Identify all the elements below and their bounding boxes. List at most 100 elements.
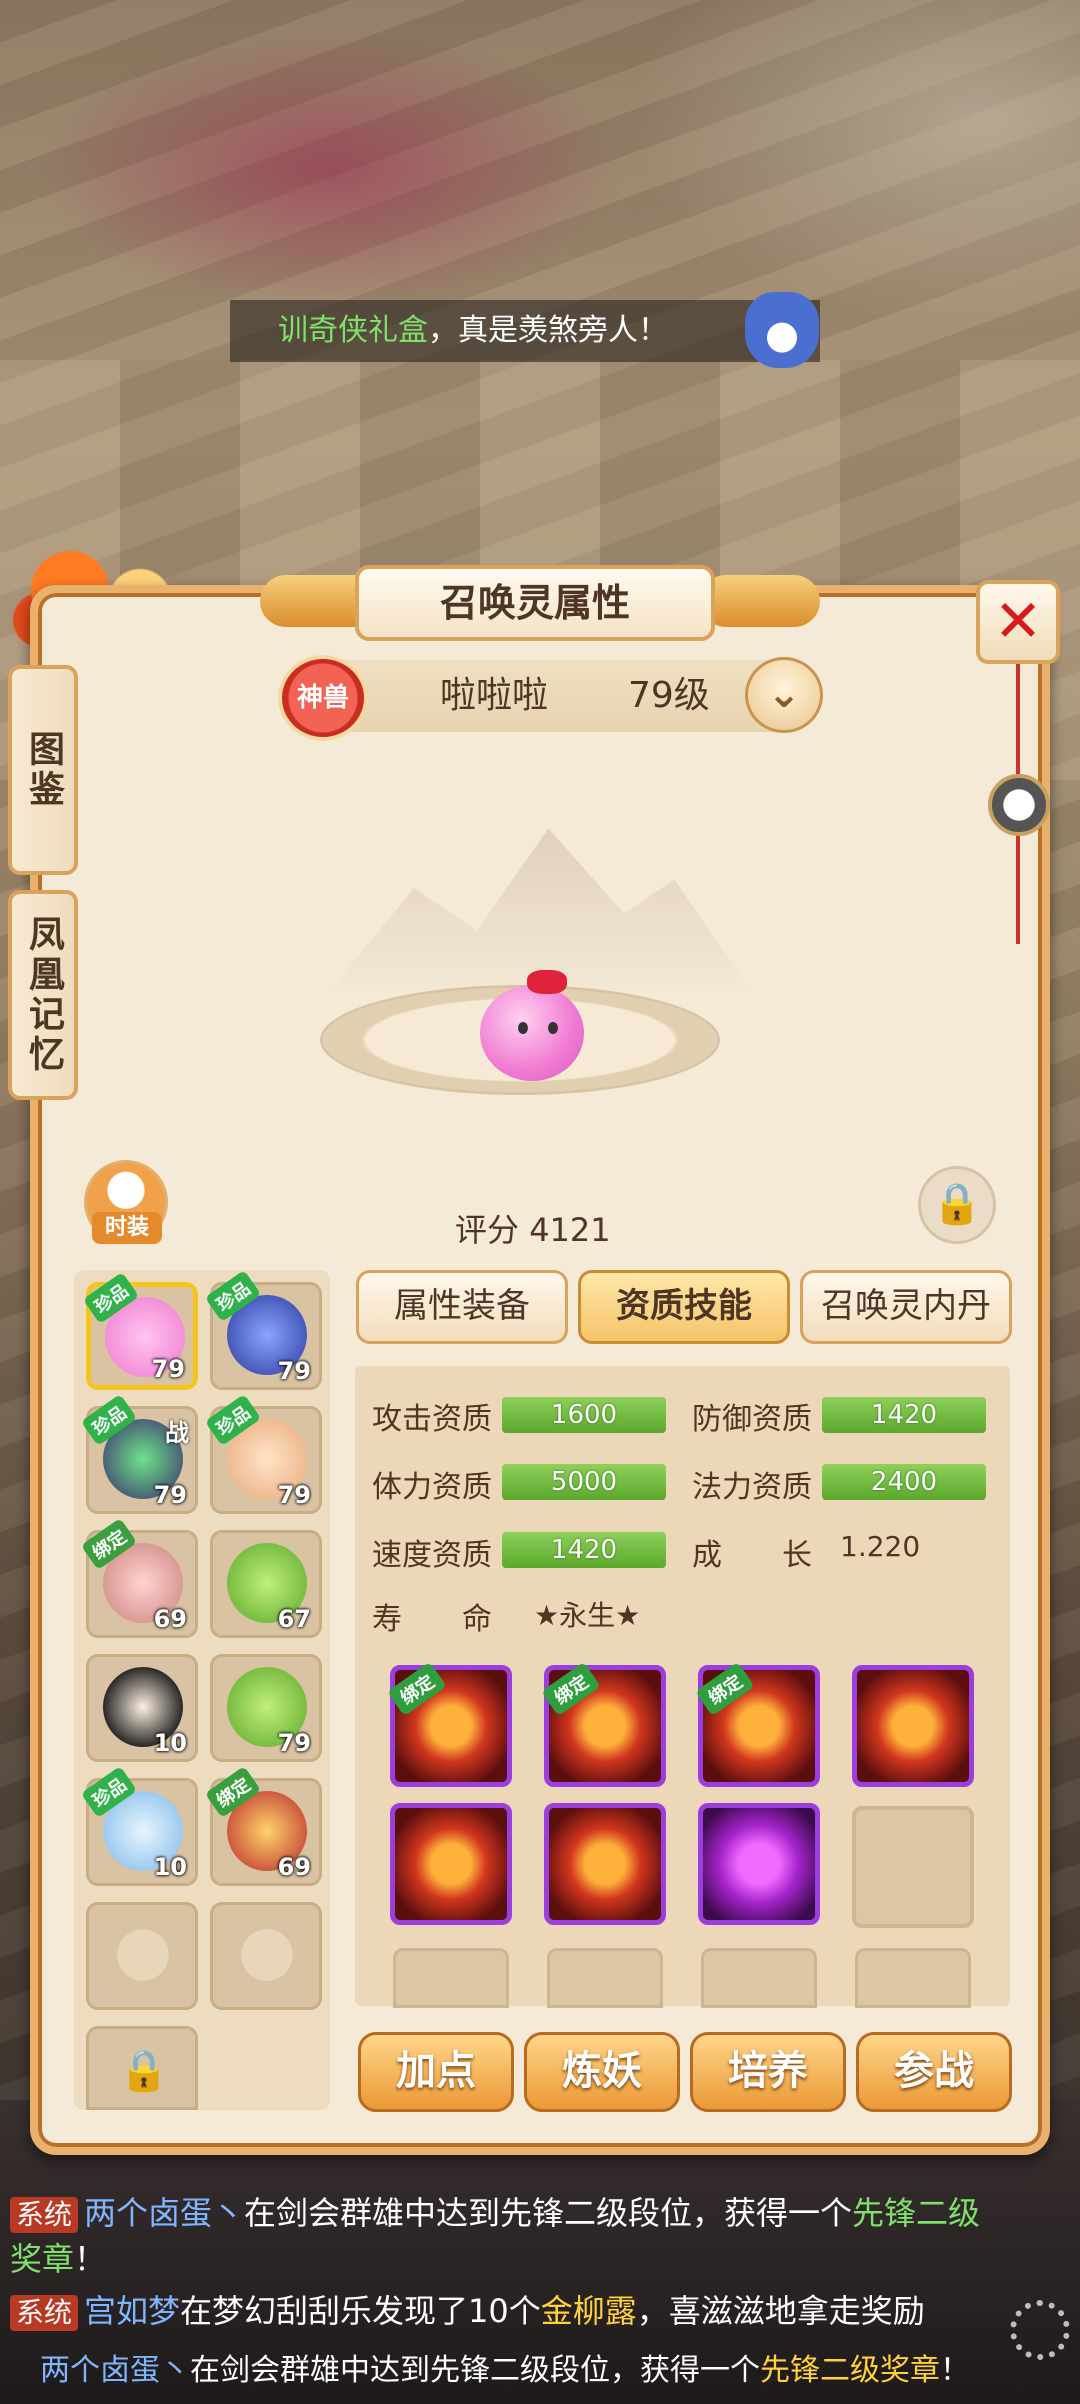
empty-pet-slot[interactable] bbox=[210, 1902, 322, 2010]
score-label: 评分 bbox=[455, 1211, 520, 1249]
chat-log: 系统 两个卤蛋丶在剑会群雄中达到先锋二级段位，获得一个先锋二级奖章！ 系统 宫如梦在… bbox=[10, 2190, 1010, 2334]
close-button[interactable]: ✕ bbox=[976, 580, 1060, 664]
panda-icon bbox=[227, 1915, 307, 1995]
skill-slot[interactable] bbox=[852, 1665, 974, 1787]
system-tag: 系统 bbox=[10, 2295, 79, 2331]
chat-message: 系统 宫如梦在梦幻刮刮乐发现了10个金柳露，喜滋滋地拿走奖励 bbox=[10, 2288, 1010, 2334]
broadcast-text: ，真是羡煞旁人！ bbox=[428, 313, 668, 348]
chat-text-end: ！ bbox=[74, 2240, 107, 2278]
chat-message: 系统 两个卤蛋丶在剑会群雄中达到先锋二级段位，获得一个先锋二级奖章！ bbox=[10, 2190, 1010, 2282]
pet-face-icon[interactable] bbox=[988, 774, 1050, 836]
speed-value: 1420 bbox=[502, 1532, 666, 1568]
tab-aptitude-skills[interactable]: 资质技能 bbox=[578, 1270, 790, 1344]
pet-select-chevron-down-icon[interactable]: ⌄ bbox=[745, 657, 823, 733]
skill-slot[interactable] bbox=[544, 1803, 666, 1925]
attack-value: 1600 bbox=[502, 1397, 666, 1433]
system-tag: 系统 bbox=[10, 2197, 79, 2233]
pet-level: 79级 bbox=[628, 675, 710, 716]
empty-pet-slot[interactable] bbox=[86, 1902, 198, 2010]
pet-slot-level: 69 bbox=[153, 1605, 187, 1633]
pet-slot[interactable]: 珍品 79 bbox=[82, 1271, 198, 1390]
chat-ticker: 两个卤蛋丶在剑会群雄中达到先锋二级段位，获得一个先锋二级奖章！ bbox=[40, 2345, 1040, 2389]
skill-slot[interactable]: 绑定 bbox=[695, 1661, 820, 1787]
tab-phoenix-memory[interactable]: 凤凰记忆 bbox=[8, 890, 78, 1100]
tab-pet-inner-core[interactable]: 召唤灵内丹 bbox=[800, 1270, 1012, 1344]
pet-slot-level: 10 bbox=[153, 1853, 187, 1881]
pet-slot[interactable]: 珍品 79 bbox=[204, 1269, 322, 1390]
chat-text-end: ！ bbox=[940, 2353, 970, 2388]
gear-icon[interactable] bbox=[1010, 2300, 1070, 2360]
tab-handbook[interactable]: 图鉴 bbox=[8, 665, 78, 875]
score-value: 4121 bbox=[529, 1211, 611, 1249]
pet-slot-level: 79 bbox=[277, 1357, 311, 1385]
pet-name: 啦啦啦 bbox=[440, 675, 549, 716]
player-name[interactable]: 宫如梦 bbox=[84, 2292, 180, 2330]
chat-text: ，喜滋滋地拿走奖励 bbox=[636, 2292, 925, 2330]
fashion-label: 时装 bbox=[92, 1212, 162, 1244]
panel-title: 召唤灵属性 bbox=[355, 565, 715, 641]
pet-score: 评分 4121 bbox=[455, 1205, 611, 1251]
life-value: ★永生★ bbox=[534, 1599, 641, 1632]
attack-label: 攻击资质 bbox=[372, 1402, 492, 1437]
pet-eye-left bbox=[518, 1022, 528, 1034]
defense-label: 防御资质 bbox=[692, 1402, 812, 1437]
skill-slot[interactable]: 绑定 bbox=[387, 1661, 512, 1787]
skill-slot[interactable]: 绑定 bbox=[541, 1661, 666, 1787]
divine-beast-badge: 神兽 bbox=[278, 655, 368, 741]
skill-slot[interactable] bbox=[698, 1803, 820, 1925]
pet-slot-level: 10 bbox=[153, 1729, 187, 1757]
pet-slot[interactable]: 珍品 79 bbox=[204, 1393, 322, 1514]
empty-skill-slot[interactable] bbox=[701, 1948, 817, 2008]
broadcast-banner: 训奇侠礼盒，真是羡煞旁人！ bbox=[230, 300, 820, 362]
pet-slot[interactable]: 绑定 69 bbox=[204, 1765, 322, 1886]
pet-slot[interactable]: 珍品 战 79 bbox=[80, 1393, 198, 1514]
empty-skill-slot[interactable] bbox=[852, 1806, 974, 1928]
speed-label: 速度资质 bbox=[372, 1538, 492, 1573]
panda-icon bbox=[103, 1915, 183, 1995]
empty-skill-slot[interactable] bbox=[547, 1948, 663, 2008]
pet-list: 珍品 79 珍品 79 珍品 战 79 珍品 79 绑定 69 67 10 79… bbox=[74, 1269, 330, 2110]
defense-value: 1420 bbox=[822, 1397, 986, 1433]
locked-pet-slot[interactable]: 🔒 bbox=[86, 2026, 198, 2110]
player-name[interactable]: 两个卤蛋丶 bbox=[84, 2194, 244, 2232]
join-battle-button[interactable]: 参战 bbox=[856, 2032, 1012, 2112]
tab-attributes-equipment[interactable]: 属性装备 bbox=[356, 1270, 568, 1344]
add-points-button[interactable]: 加点 bbox=[358, 2032, 514, 2112]
pet-slot-level: 79 bbox=[151, 1355, 185, 1383]
broadcast-highlight: 训奇侠礼盒 bbox=[278, 313, 428, 348]
pet-model[interactable] bbox=[480, 985, 584, 1081]
pet-slot-level: 79 bbox=[277, 1481, 311, 1509]
pet-name-bar[interactable]: 啦啦啦 79级 bbox=[300, 660, 800, 732]
skill-bound-tag: 绑定 bbox=[541, 1661, 601, 1717]
hp-label: 体力资质 bbox=[372, 1470, 492, 1505]
pet-slot[interactable]: 67 bbox=[210, 1530, 322, 1638]
item-name[interactable]: 金柳露 bbox=[541, 2292, 637, 2330]
hp-value: 5000 bbox=[502, 1464, 666, 1500]
player-name[interactable]: 两个卤蛋丶 bbox=[40, 2353, 190, 2388]
mp-label: 法力资质 bbox=[692, 1470, 812, 1505]
title-wing-right bbox=[700, 575, 820, 627]
pet-eye-right bbox=[548, 1022, 558, 1034]
pet-slot[interactable]: 10 bbox=[86, 1654, 198, 1762]
life-label: 寿 命 bbox=[372, 1602, 492, 1637]
lock-icon[interactable]: 🔒 bbox=[918, 1166, 996, 1244]
pet-slot[interactable]: 绑定 69 bbox=[80, 1517, 198, 1638]
pet-bow bbox=[527, 970, 567, 994]
mp-value: 2400 bbox=[822, 1464, 986, 1500]
chat-text: 在剑会群雄中达到先锋二级段位，获得一个 bbox=[244, 2194, 853, 2232]
empty-skill-slot[interactable] bbox=[393, 1948, 509, 2008]
chat-text: 在剑会群雄中达到先锋二级段位，获得一个 bbox=[190, 2353, 760, 2388]
pet-slot-level: 67 bbox=[277, 1605, 311, 1633]
pet-slot[interactable]: 珍品 10 bbox=[80, 1765, 198, 1886]
empty-skill-slot[interactable] bbox=[855, 1948, 971, 2008]
chat-text: 在梦幻刮刮乐发现了10个 bbox=[180, 2292, 541, 2330]
pet-slot-level: 79 bbox=[277, 1729, 311, 1757]
lock-icon: 🔒 bbox=[119, 2048, 169, 2094]
pet-slot[interactable]: 79 bbox=[210, 1654, 322, 1762]
item-name[interactable]: 先锋二级奖章 bbox=[760, 2353, 940, 2388]
skill-bound-tag: 绑定 bbox=[387, 1661, 447, 1717]
skill-bound-tag: 绑定 bbox=[695, 1661, 755, 1717]
train-button[interactable]: 培养 bbox=[690, 2032, 846, 2112]
skill-slot[interactable] bbox=[390, 1803, 512, 1925]
refine-button[interactable]: 炼妖 bbox=[524, 2032, 680, 2112]
